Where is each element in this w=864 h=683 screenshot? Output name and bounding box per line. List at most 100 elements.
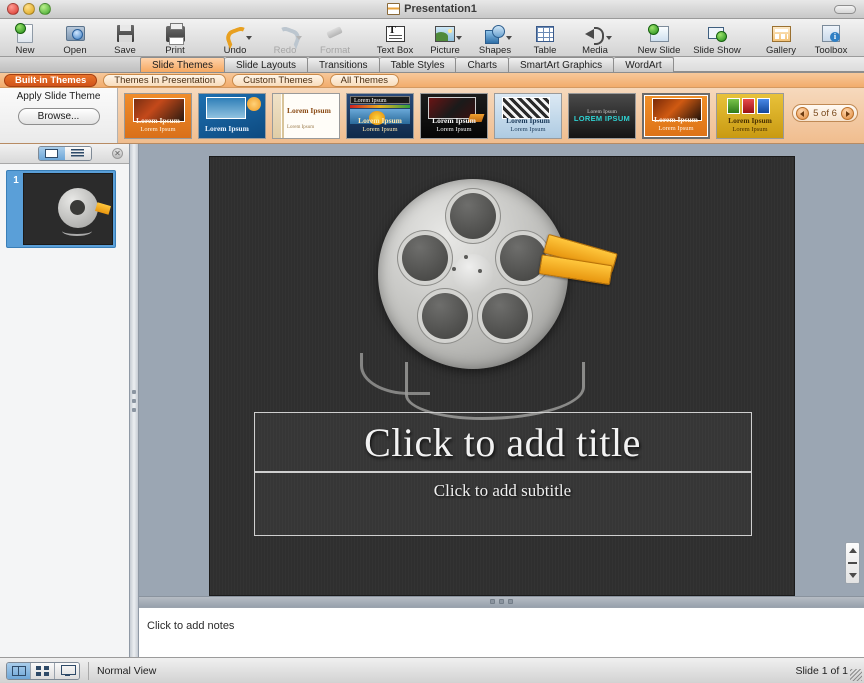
presenter-view-icon[interactable] <box>55 662 79 679</box>
text-box-button[interactable]: Text Box <box>370 20 420 57</box>
slides-pane-icon[interactable] <box>38 147 65 160</box>
media-button[interactable]: Media <box>570 20 620 57</box>
save-button[interactable]: Save <box>100 20 150 57</box>
new-button[interactable]: New <box>0 20 50 57</box>
media-button-label: Media <box>582 45 608 56</box>
open-button[interactable]: Open <box>50 20 100 57</box>
slide-editor: Click to add title Click to add subtitle… <box>139 144 864 657</box>
slide-show-icon <box>706 23 728 44</box>
slide-thumbnail-list[interactable]: 1 <box>0 164 129 657</box>
paintbrush-icon <box>324 23 346 44</box>
close-pane-icon[interactable]: ✕ <box>112 148 123 159</box>
title-placeholder-text: Click to add title <box>364 419 641 465</box>
table-button[interactable]: Table <box>520 20 570 57</box>
theme-thumbnail[interactable]: Lorem Ipsum Lorem Ipsum <box>420 92 488 139</box>
undo-button[interactable]: Undo <box>210 20 260 57</box>
theme-thumbnail[interactable]: Lorem Ipsum Lorem Ipsum <box>272 92 340 139</box>
toolbox-button[interactable]: Toolbox <box>806 20 856 57</box>
subtitle-placeholder[interactable]: Click to add subtitle <box>253 472 752 536</box>
theme-title: Lorem Ipsum <box>654 115 698 125</box>
tab-bar-filler <box>673 57 864 72</box>
printer-icon <box>164 23 186 45</box>
previous-slide-icon[interactable] <box>848 547 857 553</box>
new-button-label: New <box>15 45 35 56</box>
chevron-right-icon[interactable] <box>841 106 854 120</box>
tab-slide-layouts[interactable]: Slide Layouts <box>224 57 309 72</box>
theme-title: Lorem Ipsum <box>358 116 402 126</box>
shapes-button[interactable]: Shapes <box>470 20 520 57</box>
outline-pane-icon[interactable] <box>64 147 91 160</box>
theme-title: Lorem Ipsum <box>136 116 180 126</box>
filter-built-in-themes[interactable]: Built-in Themes <box>4 73 98 87</box>
tab-table-styles[interactable]: Table Styles <box>379 57 457 72</box>
notes-splitter[interactable] <box>139 596 864 607</box>
navigator-view-toggle[interactable] <box>37 146 92 161</box>
print-button-label: Print <box>165 45 185 56</box>
new-slide-button[interactable]: New Slide <box>630 20 688 57</box>
new-slide-icon <box>647 23 670 44</box>
table-icon <box>534 23 556 44</box>
apply-slide-theme-label: Apply Slide Theme <box>16 91 101 102</box>
title-placeholder[interactable]: Click to add title <box>253 412 752 472</box>
pane-splitter[interactable] <box>130 144 139 657</box>
toolbox-button-label: Toolbox <box>814 45 848 56</box>
notes-pane[interactable]: Click to add notes <box>139 606 864 657</box>
theme-title: Lorem Ipsum <box>728 116 772 126</box>
toolbar-group-panels: Gallery Toolbox <box>756 20 856 57</box>
splitter-grip[interactable] <box>132 389 136 412</box>
text-box-button-label: Text Box <box>376 45 414 56</box>
slide-show-button-label: Slide Show <box>693 45 741 56</box>
status-separator <box>88 661 89 680</box>
theme-subtitle: Lorem Ipsum <box>287 124 315 130</box>
theme-thumbnail[interactable]: Lorem Ipsum LOREM IPSUM <box>568 92 636 139</box>
theme-pager[interactable]: 5 of 6 <box>792 104 858 122</box>
notes-splitter-grip[interactable] <box>490 599 513 605</box>
theme-thumbnail[interactable]: Lorem Ipsum <box>198 92 266 139</box>
toolbar-group-insert: Text Box Picture Shapes Table Media <box>370 20 620 57</box>
apply-theme-panel: Apply Slide Theme Browse... <box>0 88 118 143</box>
slide-navigation-arrows[interactable] <box>845 542 860 584</box>
slide-canvas[interactable]: Click to add title Click to add subtitle <box>139 144 864 596</box>
theme-thumbnail-strip[interactable]: Lorem Ipsum Lorem Ipsum Lorem Ipsum Lore… <box>118 88 864 143</box>
format-button[interactable]: Format <box>310 20 360 57</box>
shapes-icon <box>484 23 512 44</box>
theme-thumbnail[interactable]: Lorem Ipsum Lorem Ipsum <box>124 92 192 139</box>
redo-button[interactable]: Redo <box>260 20 310 57</box>
next-slide-icon[interactable] <box>848 573 857 579</box>
filter-all-themes[interactable]: All Themes <box>329 73 399 87</box>
new-document-icon <box>14 23 36 44</box>
gallery-button[interactable]: Gallery <box>756 20 806 57</box>
theme-subtitle: Lorem Ipsum <box>436 126 472 134</box>
picture-button[interactable]: Picture <box>420 20 470 57</box>
theme-title: Lorem Ipsum <box>432 116 476 126</box>
chevron-left-icon[interactable] <box>796 106 809 120</box>
print-button[interactable]: Print <box>150 20 200 57</box>
filter-themes-in-presentation[interactable]: Themes In Presentation <box>103 73 227 87</box>
toolbar-toggle-button[interactable] <box>834 5 856 14</box>
slide-sorter-view-icon[interactable] <box>31 662 55 679</box>
main-toolbar: New Open Save Print Undo Redo Format T T… <box>0 19 864 57</box>
theme-thumbnail[interactable]: Lorem Ipsum Lorem Ipsum Lorem Ipsum <box>346 92 414 139</box>
tab-wordart[interactable]: WordArt <box>614 57 674 72</box>
theme-thumbnail-selected[interactable]: Lorem Ipsum Lorem Ipsum <box>642 92 710 139</box>
view-mode-buttons[interactable] <box>6 661 80 680</box>
slide-thumbnail-item[interactable]: 1 <box>6 170 116 248</box>
ribbon-tab-bar: Slide Themes Slide Layouts Transitions T… <box>0 57 864 73</box>
slide-show-button[interactable]: Slide Show <box>688 20 746 57</box>
theme-title: Lorem Ipsum <box>205 123 249 133</box>
theme-thumbnail[interactable]: Lorem Ipsum Lorem Ipsum <box>494 92 562 139</box>
filter-custom-themes[interactable]: Custom Themes <box>232 73 324 87</box>
toolbar-toggle-pill[interactable] <box>834 5 856 14</box>
theme-thumbnail[interactable]: Lorem Ipsum Lorem Ipsum <box>716 92 784 139</box>
window-resize-grip[interactable] <box>850 669 862 681</box>
window-title-text: Presentation1 <box>404 3 477 15</box>
tab-slide-themes[interactable]: Slide Themes <box>140 57 225 72</box>
tab-charts[interactable]: Charts <box>456 57 509 72</box>
tab-transitions[interactable]: Transitions <box>308 57 380 72</box>
tab-smartart-graphics[interactable]: SmartArt Graphics <box>508 57 615 72</box>
media-icon <box>584 23 612 45</box>
toolbar-group-edit: Undo Redo Format <box>210 20 360 57</box>
browse-button[interactable]: Browse... <box>17 108 100 125</box>
normal-view-icon[interactable] <box>7 662 31 679</box>
current-slide[interactable]: Click to add title Click to add subtitle <box>208 156 795 596</box>
